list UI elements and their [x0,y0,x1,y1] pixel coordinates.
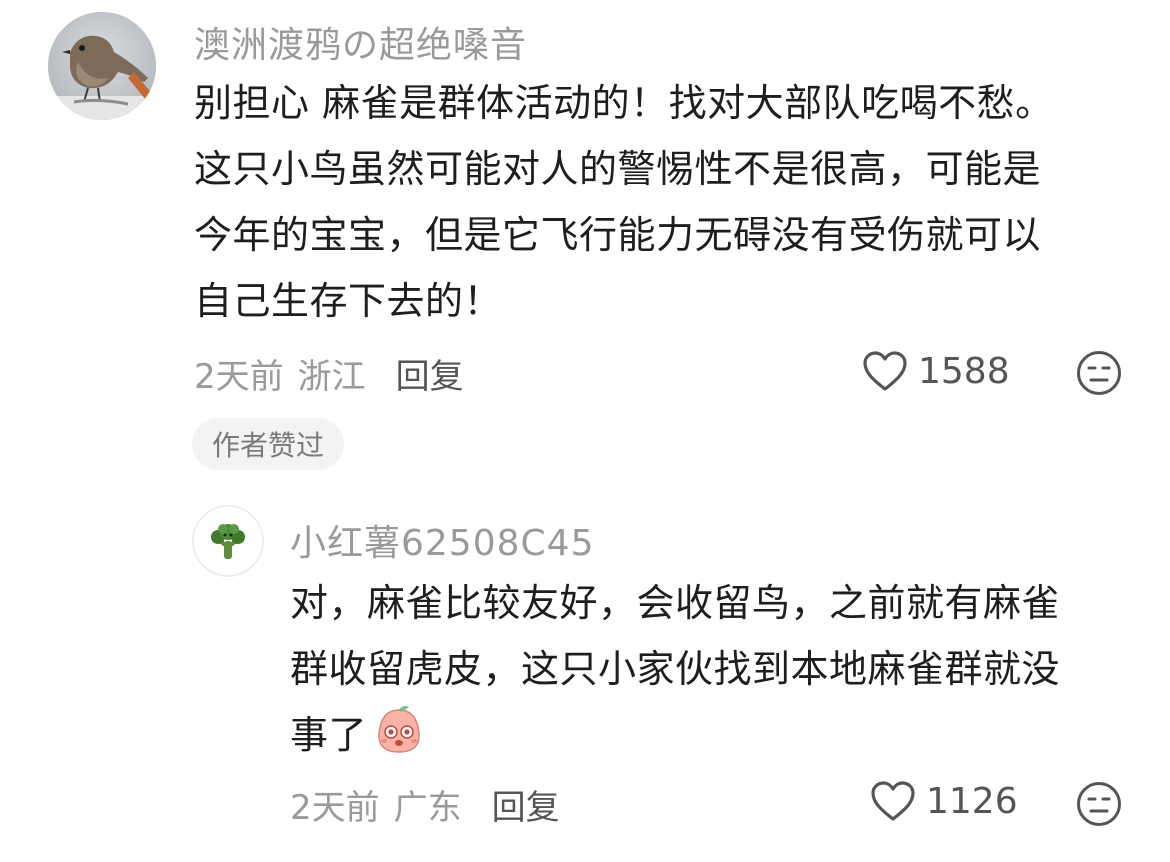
user-avatar[interactable] [192,505,264,577]
heart-icon [871,781,915,821]
comment-text-fragment: 事了 [290,713,368,757]
like-button[interactable]: 1126 [870,780,1018,822]
comment-text-line: 对，麻雀比较友好，会收留鸟，之前就有麻雀 [290,581,1061,625]
comment-meta: 2天前 广东 回复 [290,780,560,829]
like-count: 1126 [926,780,1018,822]
comment-text-line: 群收留虎皮，这只小家伙找到本地麻雀群就没 [290,647,1061,691]
reply-button[interactable]: 回复 [492,780,560,829]
dislike-face-icon[interactable] [1076,781,1122,827]
comment-text: 对，麻雀比较友好，会收留鸟，之前就有麻雀 群收留虎皮，这只小家伙找到本地麻雀群就… [290,570,1140,768]
author-liked-badge: 作者赞过 [192,418,345,470]
reply-comment-item: 小红薯62508C45 对，麻雀比较友好，会收留鸟，之前就有麻雀 群收留虎皮，这… [0,0,1170,828]
broccoli-avatar-icon [211,524,245,559]
comment-text-line: 事了 [290,702,1140,768]
username[interactable]: 小红薯62508C45 [290,514,594,566]
cute-face-emoji-icon [378,706,420,753]
comment-time: 2天前 [290,788,380,828]
comment-location: 广东 [393,788,462,828]
